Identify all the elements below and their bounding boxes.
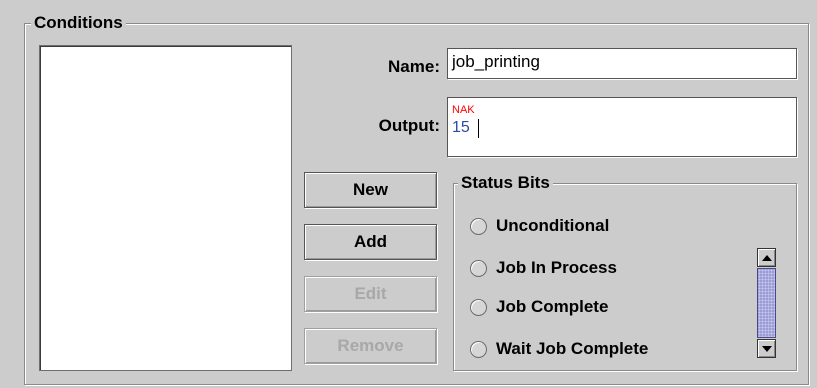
text-caret <box>477 118 479 138</box>
name-input-value: job_printing <box>452 52 540 71</box>
output-textarea[interactable]: NAK 15 <box>447 97 797 157</box>
radio-button-icon[interactable] <box>470 217 487 235</box>
radio-button-icon[interactable] <box>470 298 487 316</box>
radio-label: Unconditional <box>496 216 610 235</box>
radio-label: Job In Process <box>496 258 617 277</box>
name-input[interactable]: job_printing <box>447 48 797 79</box>
arrow-up-icon <box>761 254 772 261</box>
radio-button-icon[interactable] <box>470 259 487 277</box>
output-line-value: 15 <box>452 119 470 136</box>
conditions-title: Conditions <box>31 13 126 33</box>
output-label: Output: <box>378 116 440 135</box>
arrow-down-icon <box>761 345 772 352</box>
scrollbar-thumb[interactable] <box>757 268 776 338</box>
name-label: Name: <box>388 57 440 76</box>
edit-button[interactable]: Edit <box>304 276 437 312</box>
scroll-up-button[interactable] <box>757 248 776 267</box>
remove-button[interactable]: Remove <box>304 328 437 364</box>
radio-job-complete[interactable]: Job Complete <box>470 297 608 317</box>
status-bits-title: Status Bits <box>458 173 553 193</box>
conditions-list[interactable] <box>39 45 292 371</box>
radio-button-icon[interactable] <box>470 340 487 358</box>
radio-label: Job Complete <box>496 297 609 316</box>
radio-wait-job-complete[interactable]: Wait Job Complete <box>470 339 648 359</box>
add-button[interactable]: Add <box>304 224 437 260</box>
radio-job-in-process[interactable]: Job In Process <box>470 258 617 278</box>
radio-label: Wait Job Complete <box>496 339 649 358</box>
status-bits-scrollbar[interactable] <box>757 248 776 358</box>
scroll-down-button[interactable] <box>757 339 776 358</box>
radio-unconditional[interactable]: Unconditional <box>470 216 609 236</box>
output-line-nak: NAK <box>452 104 475 116</box>
new-button[interactable]: New <box>304 172 437 208</box>
